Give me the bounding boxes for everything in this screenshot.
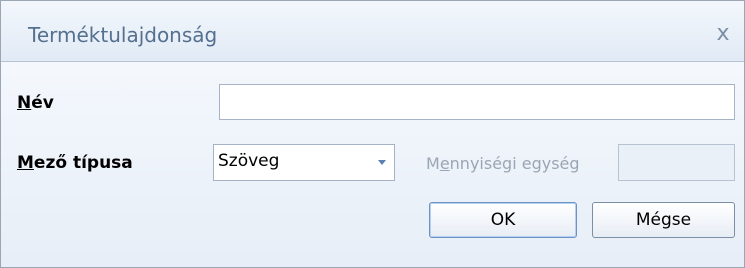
dialog-title: Terméktulajdonság <box>28 23 218 47</box>
unit-label: Mennyiségi egység <box>426 154 580 173</box>
unit-label-start: M <box>426 154 440 173</box>
type-label: Mező típusa <box>17 153 133 173</box>
unit-input <box>618 144 735 181</box>
dialog-body: Név Mező típusa Szöveg Mennyiségi egység… <box>1 62 744 267</box>
name-label-accelerator: N <box>17 93 32 113</box>
field-type-value: Szöveg <box>218 151 280 171</box>
product-property-dialog: Terméktulajdonság x Név Mező típusa Szöv… <box>0 0 745 268</box>
unit-label-rest: nnyiségi egység <box>449 154 580 173</box>
type-label-accelerator: M <box>17 153 34 173</box>
chevron-down-icon[interactable] <box>378 160 386 165</box>
cancel-button[interactable]: Mégse <box>592 202 735 238</box>
name-label: Név <box>17 93 54 113</box>
name-input[interactable] <box>219 84 735 120</box>
close-icon[interactable]: x <box>712 23 734 45</box>
unit-label-accelerator: e <box>439 154 450 173</box>
title-bar: Terméktulajdonság x <box>1 1 744 62</box>
ok-button[interactable]: OK <box>429 202 577 238</box>
name-label-rest: év <box>31 93 54 113</box>
field-type-select[interactable]: Szöveg <box>213 144 395 181</box>
type-label-rest: ező típusa <box>33 153 133 173</box>
